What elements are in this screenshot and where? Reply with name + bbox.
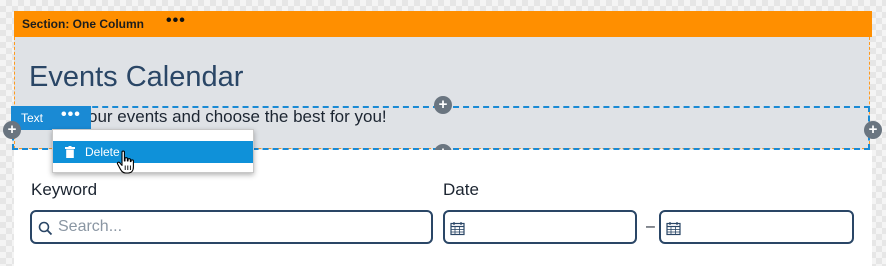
menu-item-delete[interactable]: Delete [53,141,253,163]
search-placeholder: Search... [58,218,123,235]
section-label: Section: One Column [22,17,145,31]
text-block-chip-label: Text [21,111,44,125]
calendar-icon [450,222,465,236]
date-from-input[interactable] [443,210,637,244]
keyword-search-input[interactable]: Search... [30,210,433,244]
page-title: Events Calendar [29,61,244,93]
keyword-label: Keyword [31,180,98,199]
add-above-button[interactable]: + [434,96,452,114]
section-more-icon[interactable]: ••• [166,13,186,29]
hand-cursor-icon [116,150,134,174]
add-right-button[interactable]: + [864,121,882,139]
search-icon [38,221,53,236]
date-label: Date [443,180,479,199]
text-block-chip[interactable]: Text ••• [11,106,91,130]
context-menu: Delete [52,129,254,173]
date-to-input[interactable] [659,210,854,244]
text-block-more-icon[interactable]: ••• [61,107,81,123]
menu-item-label: Delete [85,145,120,159]
trash-icon [65,146,75,158]
section-toolbar: Section: One Column ••• [14,11,872,37]
date-separator: – [646,218,655,235]
add-left-button[interactable]: + [3,121,21,139]
text-block-content[interactable]: our events and choose the best for you! [88,107,387,127]
calendar-icon [666,222,681,236]
